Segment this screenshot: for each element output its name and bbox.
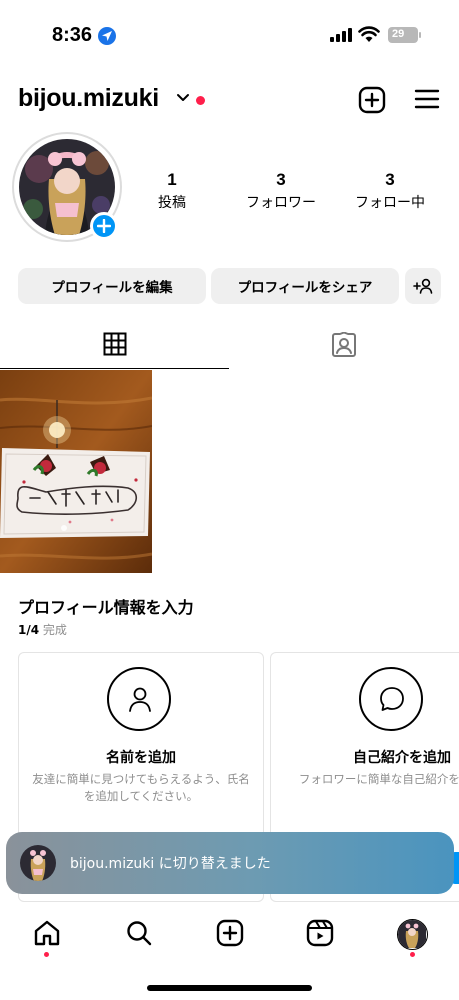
stat-posts-count: 1 [167,170,177,189]
discover-people-button[interactable] [405,268,441,304]
completion-count: 1/4 [18,623,40,637]
tab-tagged[interactable] [229,322,459,369]
completion-label: 完成 [42,623,67,637]
stat-posts-label: 投稿 [158,195,186,211]
toast-text: bijou.mizuki に切り替えました [70,853,271,873]
stat-following-count: 3 [385,170,395,189]
battery-icon: 29 [388,27,421,43]
wifi-icon [358,26,380,42]
toast-avatar [20,845,56,881]
completion-title: プロフィール情報を入力 [18,598,194,617]
stat-followers-count: 3 [276,170,286,189]
add-name-description: 友達に簡単に見つけてもらえるよう、氏名を追加してください。 [32,772,250,803]
battery-level: 29 [392,28,405,40]
stat-followers-label: フォロワー [246,195,316,211]
status-time: 8:36 [52,24,93,46]
stat-followers[interactable]: 3 フォロワー [231,170,331,212]
create-icon[interactable] [216,919,244,947]
toast-username: bijou.mizuki [70,856,155,872]
completion-progress: 1/4 完成 [18,621,67,638]
search-icon[interactable] [125,919,153,947]
account-switched-toast: bijou.mizuki に切り替えました [6,832,454,894]
share-profile-button[interactable]: プロフィールをシェア [211,268,399,304]
profile-avatar-nav[interactable] [397,919,428,950]
grid-icon [103,332,127,356]
person-icon [107,667,171,731]
cellular-signal-icon [330,28,352,42]
add-bio-title: 自己紹介を追加 [353,750,451,766]
stat-posts[interactable]: 1 投稿 [122,170,222,212]
chevron-down-icon[interactable] [176,93,190,103]
menu-icon[interactable] [414,88,440,110]
profile-username[interactable]: bijou.mizuki [18,84,159,113]
stat-following-label: フォロー中 [355,195,425,211]
tab-posts-grid[interactable] [0,322,229,369]
post-thumbnail[interactable] [0,370,152,573]
home-icon[interactable] [33,919,61,947]
add-name-title: 名前を追加 [106,750,176,766]
profile-notification-dot [410,952,415,957]
add-person-icon [413,278,433,294]
reels-icon[interactable] [306,919,334,947]
home-indicator [147,985,312,991]
stat-following[interactable]: 3 フォロー中 [340,170,440,212]
add-bio-description: フォロワーに簡単な自己紹介をしよう。 [298,772,459,786]
new-post-icon[interactable] [358,86,386,114]
home-notification-dot [44,952,49,957]
location-icon [98,27,116,45]
edit-profile-button[interactable]: プロフィールを編集 [18,268,206,304]
add-story-button[interactable] [90,212,118,240]
speech-bubble-icon [359,667,423,731]
notification-dot [196,96,205,105]
toast-message: に切り替えました [158,856,271,872]
status-bar: 8:36 29 [0,0,459,60]
tagged-icon [332,332,356,357]
